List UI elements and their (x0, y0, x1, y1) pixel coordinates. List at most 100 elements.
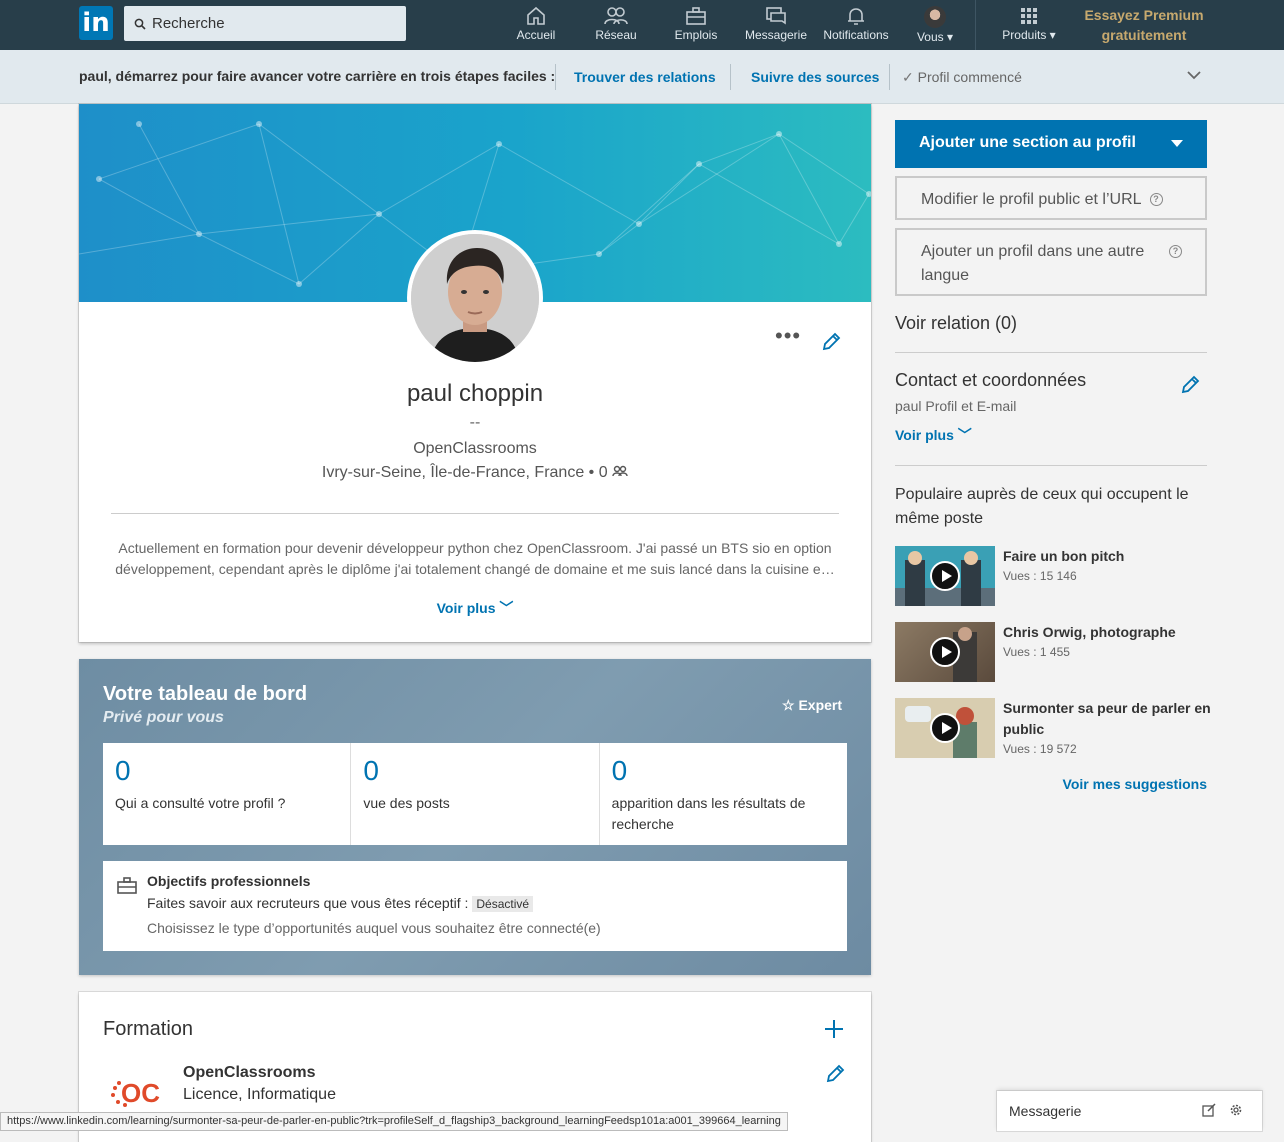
more-options-icon[interactable]: ••• (775, 325, 801, 347)
nav-jobs-label: Emplois (674, 28, 718, 42)
stat-profile-views[interactable]: 0 Qui a consulté votre profil ? (103, 743, 352, 845)
chevron-down-icon[interactable] (1186, 70, 1202, 80)
profile-photo[interactable] (407, 230, 543, 366)
video-thumbnail[interactable] (895, 546, 995, 606)
add-section-label: Ajouter une section au profil (919, 134, 1136, 151)
nav-jobs[interactable]: Emplois (670, 6, 722, 46)
profile-started-step: ✓ Profil commencé (902, 69, 1022, 86)
profile-location-line: Ivry-sur-Seine, Île-de-France, France • … (79, 464, 871, 482)
nav-separator (975, 0, 976, 50)
see-more-label: Voir plus (436, 600, 496, 616)
video-thumbnail[interactable] (895, 698, 995, 758)
nav-home[interactable]: Accueil (510, 6, 562, 46)
profile-name: paul choppin (406, 380, 544, 407)
search-icon (134, 18, 146, 30)
expert-label: Expert (798, 697, 843, 713)
dashboard-card: Votre tableau de bord Privé pour vous ☆ … (79, 659, 871, 975)
stat-label: apparition dans les résultats de recherc… (611, 795, 806, 832)
star-icon: ☆ (782, 697, 799, 713)
avatar (924, 6, 946, 28)
contact-see-more[interactable]: Voir plus ﹀ (895, 425, 972, 445)
edit-pencil-icon[interactable] (825, 1064, 845, 1084)
edit-pencil-icon[interactable] (821, 332, 841, 352)
video-thumbnail[interactable] (895, 622, 995, 682)
network-icon (604, 7, 628, 25)
nav-network-label: Réseau (595, 28, 637, 42)
nav-network[interactable]: Réseau (590, 6, 642, 46)
profile-started-label: Profil commencé (917, 69, 1022, 85)
help-icon: ? (1149, 193, 1163, 207)
gear-icon[interactable] (1229, 1103, 1243, 1117)
stat-search-appearances[interactable]: 0 apparition dans les résultats de reche… (600, 743, 847, 845)
school-name[interactable]: OpenClassrooms (183, 1064, 315, 1082)
divider (895, 352, 1207, 353)
nav-me[interactable]: Vous ▾ (912, 6, 958, 46)
video-title[interactable]: Faire un bon pitch (1003, 546, 1213, 567)
edit-public-profile-button[interactable]: Modifier le profil public et l’URL? (895, 176, 1207, 220)
search-input[interactable]: Recherche (124, 6, 406, 41)
find-connections-link[interactable]: Trouver des relations (574, 69, 716, 85)
search-placeholder: Recherche (152, 15, 225, 32)
nav-home-label: Accueil (516, 28, 556, 42)
video-title[interactable]: Surmonter sa peur de parler en public (1003, 698, 1213, 740)
top-navbar: in Recherche Accueil Réseau Emplois Mess… (0, 0, 1284, 50)
play-icon (930, 561, 960, 591)
video-title[interactable]: Chris Orwig, photographe (1003, 622, 1213, 643)
edit-public-label: Modifier le profil public et l’URL (921, 191, 1142, 208)
profile-summary: Actuellement en formation pour devenir d… (115, 540, 835, 577)
add-profile-section-button[interactable]: Ajouter une section au profil (895, 120, 1207, 168)
summary-see-more[interactable]: Voir plus ﹀ (79, 598, 871, 618)
messaging-label: Messagerie (1009, 1103, 1082, 1119)
career-interests-box[interactable]: Objectifs professionnels Faites savoir a… (103, 861, 847, 951)
goals-title: Objectifs professionnels (147, 873, 311, 889)
dashboard-stats: 0 Qui a consulté votre profil ? 0 vue de… (103, 743, 847, 845)
stat-post-views[interactable]: 0 vue des posts (351, 743, 600, 845)
status-badge: Désactivé (472, 896, 534, 912)
nav-messaging-label: Messagerie (744, 28, 808, 42)
divider (889, 64, 890, 90)
checkmark-icon: ✓ (902, 69, 918, 85)
profile-company: OpenClassrooms (413, 440, 537, 457)
dashboard-title: Votre tableau de bord (103, 683, 308, 705)
compose-icon[interactable] (1202, 1103, 1216, 1117)
linkedin-logo[interactable]: in (79, 6, 113, 40)
goals-text: Faites savoir aux recruteurs que vous êt… (147, 895, 469, 911)
play-icon (930, 637, 960, 667)
help-icon: ? (1169, 245, 1182, 258)
video-views: Vues : 15 146 (1003, 569, 1077, 583)
follow-sources-link[interactable]: Suivre des sources (751, 69, 879, 85)
bell-icon (848, 8, 864, 25)
goals-description: Choisissez le type d’opportunités auquel… (147, 920, 601, 936)
add-icon[interactable] (823, 1018, 845, 1040)
messaging-icon (766, 7, 786, 25)
browser-status-url: https://www.linkedin.com/learning/surmon… (0, 1112, 788, 1131)
stat-value: 0 (363, 755, 379, 786)
nav-notifications[interactable]: Notifications (820, 6, 892, 46)
nav-products-label: Produits (1002, 28, 1047, 42)
people-icon (612, 465, 628, 477)
edit-pencil-icon[interactable] (1180, 375, 1200, 395)
nav-products[interactable]: Produits ▾ (1000, 6, 1058, 46)
briefcase-icon (117, 877, 137, 894)
education-title: Formation (103, 1018, 194, 1040)
profile-headline: -- (469, 414, 481, 431)
expert-badge[interactable]: ☆ Expert (782, 697, 842, 714)
portrait-illustration (411, 234, 539, 362)
chevron-down-icon: ﹀ (953, 427, 972, 443)
nav-messaging[interactable]: Messagerie (744, 6, 808, 46)
play-icon (930, 713, 960, 743)
chevron-down-icon: ﹀ (495, 600, 514, 616)
divider (730, 64, 731, 90)
see-suggestions-link[interactable]: Voir mes suggestions (1000, 776, 1207, 792)
onboarding-steps-bar: paul, démarrez pour faire avancer votre … (0, 50, 1284, 104)
jobs-icon (686, 7, 706, 25)
popular-courses-title: Populaire auprès de ceux qui occupent le… (895, 486, 1189, 527)
video-views: Vues : 1 455 (1003, 645, 1070, 659)
profile-card: ••• paul choppin -- OpenClassrooms Ivry-… (79, 104, 871, 642)
add-language-profile-button[interactable]: Ajouter un profil dans une autre langue … (895, 228, 1207, 296)
premium-link[interactable]: Essayez Premium gratuitement (1084, 5, 1204, 45)
see-connections-link[interactable]: Voir relation (0) (895, 313, 1017, 334)
connections-count[interactable]: 0 (599, 464, 608, 481)
messaging-bar[interactable]: Messagerie (997, 1091, 1262, 1131)
school-logo: OC (109, 1078, 165, 1108)
